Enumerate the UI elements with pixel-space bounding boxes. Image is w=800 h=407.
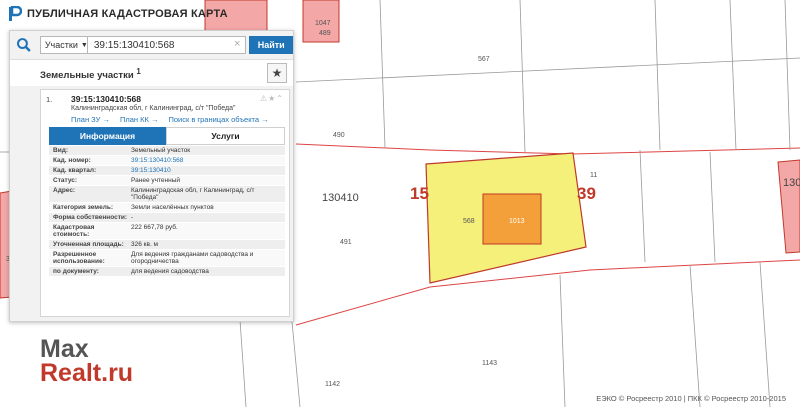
result-card[interactable]: 1. 39:15:130410:568 ⚠★⌃ Калининградская … [40,89,290,317]
cadastral-quarter-link[interactable]: 39:15:130410 [129,166,285,175]
top-bar: ПУБЛИЧНАЯ КАДАСТРОВАЯ КАРТА [0,0,300,28]
row-key: Кадастровая стоимость: [53,224,95,238]
results-header: Земельные участки 1 ★ [10,59,293,86]
map-label: 490 [333,132,345,139]
search-type-select[interactable]: Участки ▼ [39,36,88,54]
table-row: Категория земель: Земли населённых пункто… [49,203,285,213]
map-label: 568 [463,218,475,225]
table-row: Уточненная площадь: 326 кв. м [49,240,285,250]
row-key: Кад. номер: [53,157,91,164]
search-input[interactable]: 39:15:130410:568 × [87,36,247,54]
result-tabs: Информация Услуги [49,127,285,145]
row-value: Для ведения гражданами садоводства и ого… [131,251,254,265]
table-row: Разрешенное использование: Для ведения гр… [49,250,285,267]
star-icon[interactable]: ★ [267,63,287,83]
row-value: Земельный участок [131,147,191,154]
table-row: Кадастровая стоимость: 222 667,78 руб. [49,223,285,240]
building-label: 1013 [509,218,525,225]
result-number: 1. [46,95,53,104]
plan-zu-link[interactable]: План ЗУ → [71,115,110,124]
search-icon[interactable] [16,37,32,53]
row-value: Земли населённых пунктов [131,204,214,211]
search-row: Участки ▼ 39:15:130410:568 × Найти [10,31,293,59]
row-key: Уточненная площадь: [53,241,124,248]
row-value: - [131,214,134,221]
table-row: по документу: для ведения садоводства [49,267,285,277]
row-key: Форма собственности: [53,214,128,221]
cadastral-number-link[interactable]: 39:15:130410:568 [129,156,285,165]
table-row: Кад. квартал: 39:15:130410 [49,166,285,176]
warning-icon[interactable]: ⚠★⌃ [260,94,284,103]
results-count: 1 [136,67,141,76]
logo-icon [9,6,22,21]
map-label: 1047 [315,20,331,27]
results-title: Земельные участки 1 [40,67,141,81]
map-label: 130 [783,177,800,189]
table-row: Адрес: Калининградская обл, г Калининград… [49,186,285,203]
copyright-footer: ЕЭКО © Росреестр 2010 | ПКК © Росреестр … [596,394,786,403]
row-key: Вид: [53,147,68,154]
map-label: 567 [478,56,490,63]
tab-services[interactable]: Услуги [166,127,285,145]
search-in-bounds-link[interactable]: Поиск в границах объекта → [168,115,268,124]
watermark-line-2: Realt.ru [40,359,134,387]
search-type-value: Участки [44,40,78,50]
row-key: Адрес: [53,187,76,194]
search-panel: Участки ▼ 39:15:130410:568 × Найти Земел… [9,30,294,322]
map-label: 489 [319,30,331,37]
region-label: 39 [577,184,596,203]
result-address: Калининградская обл, г Калининград, с/т … [71,105,236,112]
plan-kk-link[interactable]: План КК → [120,115,159,124]
map-label: 1142 [325,381,341,388]
result-cadastral-number[interactable]: 39:15:130410:568 [71,94,141,104]
table-row: Статус: Ранее учтенный [49,176,285,186]
row-key: по документу: [53,268,99,275]
search-query: 39:15:130410:568 [93,39,175,51]
district-label: 15 [410,184,429,203]
map-label: 1143 [482,360,498,367]
row-value: Ранее учтенный [131,177,180,184]
quarter-label: 130410 [322,192,359,204]
watermark-line-1: Max [40,335,89,363]
chevron-down-icon: ▼ [80,41,88,49]
neighbor-parcel-right [777,159,800,254]
row-key: Кад. квартал: [53,167,97,174]
results-title-text: Земельные участки [40,70,134,82]
map-label: 491 [340,239,352,246]
watermark: Max Realt.ru [40,335,134,387]
tab-information[interactable]: Информация [49,127,166,145]
map-label: 11 [590,172,598,179]
close-icon[interactable]: × [234,38,240,50]
row-value: 326 кв. м [131,241,159,248]
row-value: 222 667,78 руб. [131,224,178,231]
table-row: Кад. номер: 39:15:130410:568 [49,156,285,166]
row-key: Разрешенное использование: [53,251,105,265]
row-value: Калининградская обл, г Калининград, с/т … [131,187,255,201]
result-links: План ЗУ → План КК → Поиск в границах объ… [71,115,269,124]
row-key: Статус: [53,177,78,184]
row-key: Категория земель: [53,204,114,211]
find-button[interactable]: Найти [249,36,293,54]
app-title: ПУБЛИЧНАЯ КАДАСТРОВАЯ КАРТА [27,8,228,20]
row-value: для ведения садоводства [131,268,209,275]
table-row: Форма собственности: - [49,213,285,223]
info-table: Вид: Земельный участок Кад. номер: 39:15:1… [49,146,285,277]
table-row: Вид: Земельный участок [49,146,285,156]
